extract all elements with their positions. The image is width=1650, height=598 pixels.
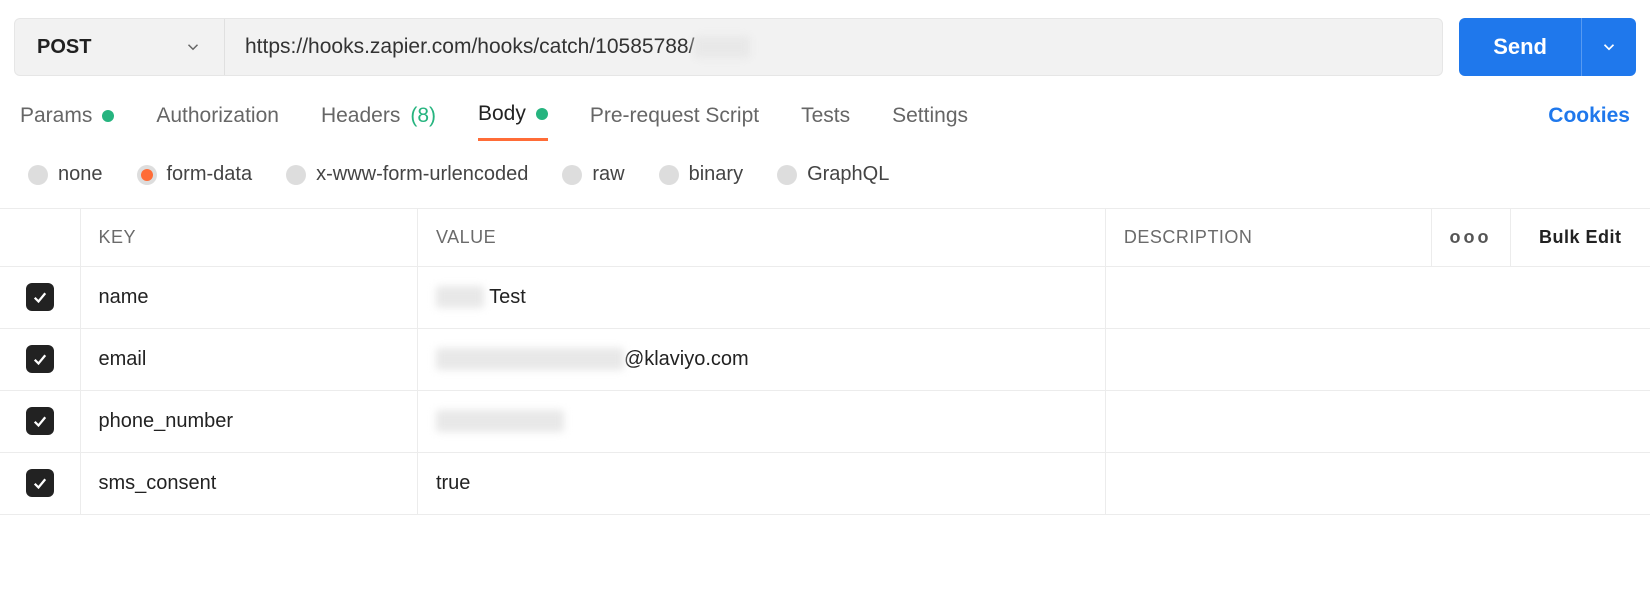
body-type-none-label: none <box>58 163 103 186</box>
http-method-label: POST <box>37 36 91 59</box>
check-icon <box>31 350 49 368</box>
row-checkbox-cell <box>0 267 80 329</box>
tab-tests-label: Tests <box>801 104 850 128</box>
row-value-text: true <box>436 472 470 494</box>
redacted-value: xxxxxxxxxxxx <box>436 410 564 432</box>
radio-icon <box>659 165 679 185</box>
row-description-cell[interactable] <box>1105 391 1650 453</box>
check-icon <box>31 474 49 492</box>
tab-headers-label: Headers <box>321 104 400 128</box>
tab-params[interactable]: Params <box>20 104 114 140</box>
tab-body[interactable]: Body <box>478 102 548 141</box>
method-url-group: POST https://hooks.zapier.com/hooks/catc… <box>14 18 1443 76</box>
row-checkbox-cell <box>0 391 80 453</box>
table-row: phone_number xxxxxxxxxxxx <box>0 391 1650 453</box>
row-checkbox[interactable] <box>26 283 54 311</box>
table-row: namexxxx Test <box>0 267 1650 329</box>
row-checkbox-cell <box>0 453 80 515</box>
body-type-urlencoded-label: x-www-form-urlencoded <box>316 163 528 186</box>
column-header-description: DESCRIPTION <box>1105 209 1431 267</box>
row-value-text: Test <box>484 286 526 308</box>
status-dot-icon <box>536 108 548 120</box>
body-type-none[interactable]: none <box>28 163 103 186</box>
tab-prerequest-label: Pre-request Script <box>590 104 759 128</box>
radio-icon <box>28 165 48 185</box>
radio-icon <box>562 165 582 185</box>
row-description-cell[interactable] <box>1105 453 1650 515</box>
row-key-cell[interactable]: sms_consent <box>80 453 417 515</box>
body-type-binary[interactable]: binary <box>659 163 743 186</box>
check-icon <box>31 412 49 430</box>
row-checkbox-cell <box>0 329 80 391</box>
bulk-edit-button[interactable]: Bulk Edit <box>1510 209 1650 267</box>
request-tabs: Params Authorization Headers (8) Body Pr… <box>14 76 1636 141</box>
tab-body-label: Body <box>478 102 526 126</box>
cookies-link[interactable]: Cookies <box>1548 104 1630 140</box>
body-type-binary-label: binary <box>689 163 743 186</box>
redacted-value: xxxx <box>436 286 484 308</box>
body-type-raw[interactable]: raw <box>562 163 624 186</box>
row-checkbox[interactable] <box>26 407 54 435</box>
body-type-urlencoded[interactable]: x-www-form-urlencoded <box>286 163 528 186</box>
body-type-selector: none form-data x-www-form-urlencoded raw… <box>14 141 1636 204</box>
tab-tests[interactable]: Tests <box>801 104 850 140</box>
body-type-raw-label: raw <box>592 163 624 186</box>
row-value-cell[interactable]: xxxx Test <box>417 267 1105 329</box>
row-description-cell[interactable] <box>1105 329 1650 391</box>
row-value-cell[interactable]: xxxxxxxxxxxxxxxxxx@klaviyo.com <box>417 329 1105 391</box>
row-description-cell[interactable] <box>1105 267 1650 329</box>
row-value-text: @klaviyo.com <box>624 348 749 370</box>
tab-params-label: Params <box>20 104 92 128</box>
row-key-cell[interactable]: email <box>80 329 417 391</box>
radio-icon <box>137 165 157 185</box>
column-header-check <box>0 209 80 267</box>
row-value-cell[interactable]: xxxxxxxxxxxx <box>417 391 1105 453</box>
send-dropdown-button[interactable] <box>1581 18 1636 76</box>
url-redacted-segment: xxxxx <box>694 36 750 58</box>
chevron-down-icon <box>1600 38 1618 56</box>
tab-headers[interactable]: Headers (8) <box>321 104 436 140</box>
url-input-wrapper[interactable]: https://hooks.zapier.com/hooks/catch/105… <box>225 35 1442 59</box>
row-checkbox[interactable] <box>26 469 54 497</box>
body-type-formdata-label: form-data <box>167 163 253 186</box>
body-type-formdata[interactable]: form-data <box>137 163 253 186</box>
table-row: sms_consent true <box>0 453 1650 515</box>
status-dot-icon <box>102 110 114 122</box>
chevron-down-icon <box>184 38 202 56</box>
tab-prerequest[interactable]: Pre-request Script <box>590 104 759 140</box>
tab-settings-label: Settings <box>892 104 968 128</box>
row-checkbox[interactable] <box>26 345 54 373</box>
tab-headers-count: (8) <box>410 104 436 128</box>
check-icon <box>31 288 49 306</box>
url-input-text: https://hooks.zapier.com/hooks/catch/105… <box>245 35 694 59</box>
tab-authorization-label: Authorization <box>156 104 279 128</box>
radio-icon <box>286 165 306 185</box>
tab-settings[interactable]: Settings <box>892 104 968 140</box>
more-icon: ooo <box>1450 227 1492 247</box>
http-method-select[interactable]: POST <box>15 19 225 75</box>
radio-icon <box>777 165 797 185</box>
column-header-key: KEY <box>80 209 417 267</box>
form-data-table: KEY VALUE DESCRIPTION ooo Bulk Edit name… <box>0 208 1650 515</box>
row-key-cell[interactable]: phone_number <box>80 391 417 453</box>
send-button[interactable]: Send <box>1459 18 1581 76</box>
send-button-group: Send <box>1459 18 1636 76</box>
request-bar: POST https://hooks.zapier.com/hooks/catc… <box>14 18 1636 76</box>
row-value-cell[interactable]: true <box>417 453 1105 515</box>
redacted-value: xxxxxxxxxxxxxxxxxx <box>436 348 624 370</box>
table-row: emailxxxxxxxxxxxxxxxxxx@klaviyo.com <box>0 329 1650 391</box>
column-options-button[interactable]: ooo <box>1431 209 1510 267</box>
tab-authorization[interactable]: Authorization <box>156 104 279 140</box>
column-header-value: VALUE <box>417 209 1105 267</box>
body-type-graphql[interactable]: GraphQL <box>777 163 889 186</box>
body-type-graphql-label: GraphQL <box>807 163 889 186</box>
row-key-cell[interactable]: name <box>80 267 417 329</box>
